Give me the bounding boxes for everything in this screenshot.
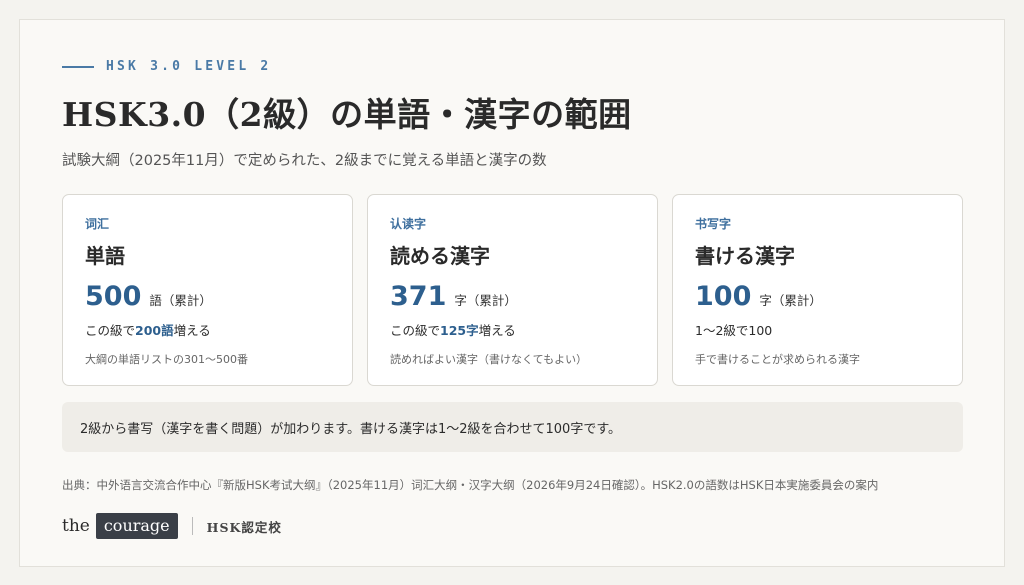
page-subtitle: 試験大綱（2025年11月）で定められた、2級までに覚える単語と漢字の数 xyxy=(62,153,547,169)
card-count: 100 xyxy=(695,281,752,312)
card-tag: 词汇 xyxy=(85,217,110,231)
logo-divider xyxy=(191,517,193,535)
card-note: 大綱の単語リストの301〜500番 xyxy=(85,353,248,366)
card-note: 手で書けることが求められる漢字 xyxy=(695,353,860,366)
card-delta-suffix: 増える xyxy=(173,323,211,338)
info-banner: 2級から書写（漢字を書く問題）が加わります。書ける漢字は1〜2級を合わせて100… xyxy=(62,402,963,452)
card-title: 単語 xyxy=(85,244,125,268)
card-tag: 认读字 xyxy=(390,217,427,231)
brand-logo: the courage HSK認定校 xyxy=(62,513,282,539)
card-unit: 語（累計） xyxy=(149,293,212,308)
card-delta-highlight: 200語 xyxy=(135,323,174,338)
card-note: 読めればよい漢字（書けなくてもよい） xyxy=(390,353,588,366)
card-title: 書ける漢字 xyxy=(695,244,795,268)
card-vocabulary: 词汇 単語 500 語（累計） この級で200語増える 大綱の単語リストの301… xyxy=(62,194,353,386)
card-tag: 书写字 xyxy=(695,217,732,231)
info-banner-text: 2級から書写（漢字を書く問題）が加わります。書ける漢字は1〜2級を合わせて100… xyxy=(80,421,622,437)
card-delta: この級で125字増える xyxy=(390,320,635,339)
logo-courage: courage xyxy=(95,513,178,539)
eyebrow: HSK 3.0 LEVEL 2 xyxy=(62,59,271,74)
eyebrow-text: HSK 3.0 LEVEL 2 xyxy=(106,59,272,74)
card-count-row: 500 語（累計） xyxy=(85,281,330,312)
card-delta-prefix: この級で xyxy=(390,323,441,338)
card-delta-prefix: この級で xyxy=(85,323,136,338)
card-unit: 字（累計） xyxy=(759,293,822,308)
card-delta-suffix: 増える xyxy=(478,323,516,338)
logo-school: HSK認定校 xyxy=(206,519,282,535)
card-count-row: 100 字（累計） xyxy=(695,281,940,312)
card-readable-kanji: 认读字 読める漢字 371 字（累計） この級で125字増える 読めればよい漢字… xyxy=(367,194,658,386)
card-count-row: 371 字（累計） xyxy=(390,281,635,312)
page-title: HSK3.0（2級）の単語・漢字の範囲 xyxy=(62,95,632,134)
eyebrow-rule xyxy=(62,65,94,68)
card-unit: 字（累計） xyxy=(454,293,517,308)
content-frame: HSK 3.0 LEVEL 2 HSK3.0（2級）の単語・漢字の範囲 試験大綱… xyxy=(19,19,1005,567)
logo-the: the xyxy=(62,516,90,536)
card-count: 371 xyxy=(390,281,447,312)
card-delta: 1〜2級で100 xyxy=(695,320,940,339)
card-count: 500 xyxy=(85,281,142,312)
card-delta-prefix: 1〜2級で100 xyxy=(695,323,773,338)
card-delta-highlight: 125字 xyxy=(440,323,479,338)
card-title: 読める漢字 xyxy=(390,244,490,268)
card-delta: この級で200語増える xyxy=(85,320,330,339)
card-writable-kanji: 书写字 書ける漢字 100 字（累計） 1〜2級で100 手で書けることが求めら… xyxy=(672,194,963,386)
source-citation: 出典：中外语言交流合作中心『新版HSK考试大纲』（2025年11月）词汇大纲・汉… xyxy=(62,478,879,492)
